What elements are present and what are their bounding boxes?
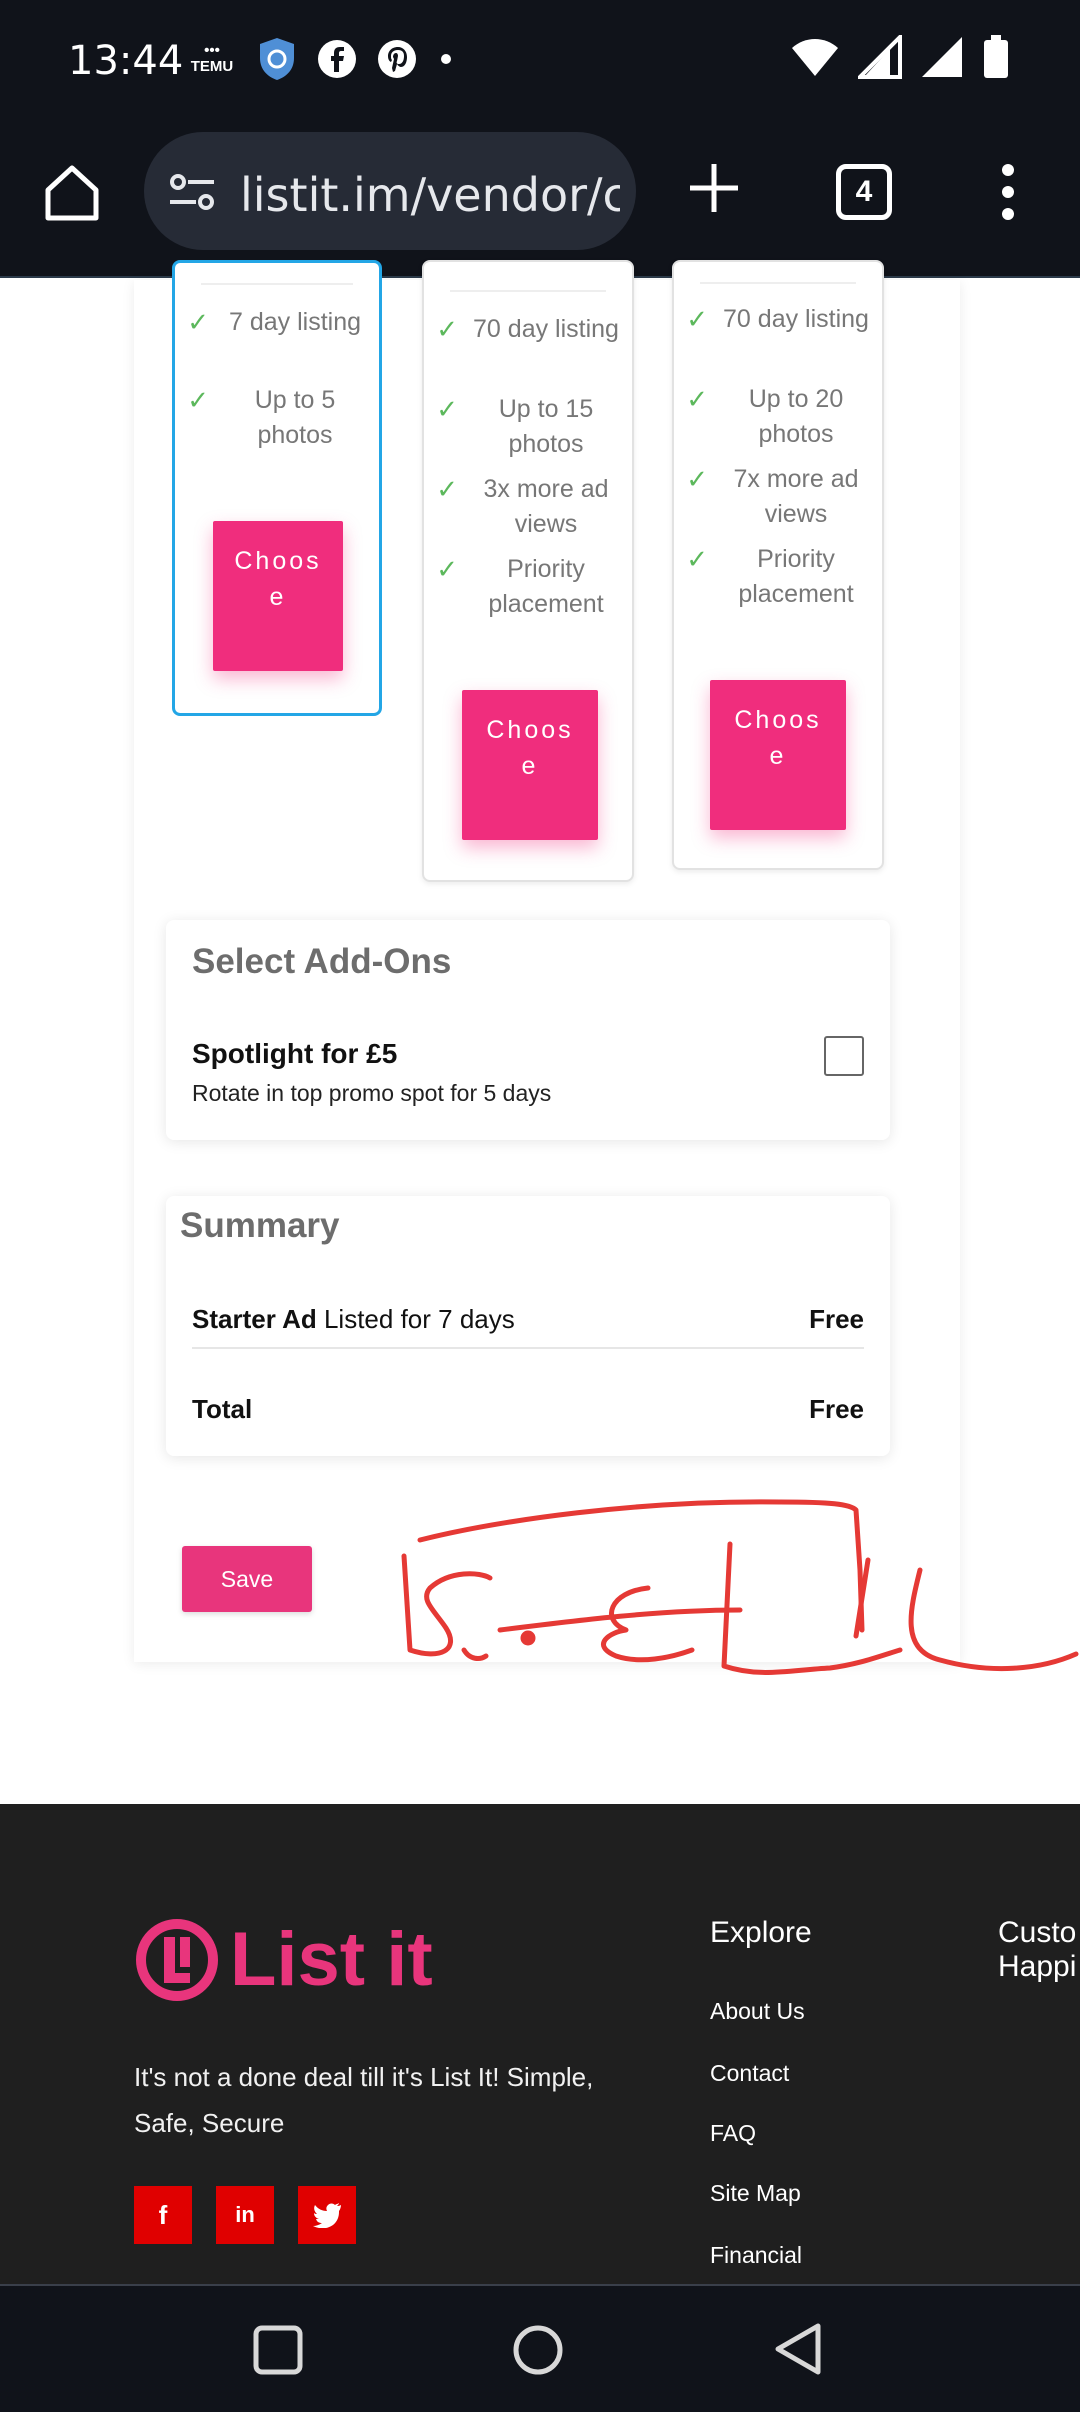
plan-divider (700, 282, 856, 284)
choose-button[interactable]: Choose (213, 521, 343, 671)
address-bar[interactable]: listit.im/vendor/c (144, 132, 636, 250)
spotlight-description: Rotate in top promo spot for 5 days (192, 1080, 552, 1106)
home-icon[interactable] (40, 160, 104, 224)
explore-heading: Explore (710, 1916, 812, 1949)
logo-mark-icon (136, 1918, 218, 2001)
home-nav-icon[interactable] (510, 2322, 566, 2378)
plan-divider (201, 283, 353, 285)
site-settings-icon[interactable] (168, 172, 216, 212)
check-icon: ✓ (686, 384, 708, 414)
temu-icon: ••• TEMU (190, 42, 234, 75)
check-icon: ✓ (436, 394, 458, 424)
check-icon: ✓ (686, 464, 708, 494)
footer-link-faq[interactable]: FAQ (710, 2120, 756, 2147)
plan-feature: ✓ 70 day listing (424, 312, 632, 347)
customer-heading: Custo Happi (998, 1916, 1077, 1983)
summary-item-row: Starter Ad Listed for 7 days Free (192, 1304, 864, 1349)
system-navigation-bar (0, 2284, 1080, 2412)
plan-card-starter[interactable]: ✓ 7 day listing ✓ Up to 5 photos Choose (172, 260, 382, 716)
new-tab-icon[interactable] (686, 160, 742, 216)
status-time: 13:44 (68, 38, 184, 84)
url-text[interactable]: listit.im/vendor/c (240, 168, 620, 222)
summary-total-value: Free (809, 1394, 864, 1424)
plan-feature: ✓ Up to 20 photos (674, 382, 882, 452)
plan-feature: ✓ 7 day listing (175, 305, 379, 340)
summary-item-name: Starter Ad (192, 1304, 317, 1334)
notification-icons: ••• TEMU (186, 36, 456, 82)
plan-feature: ✓ 7x more ad views (674, 462, 882, 532)
footer-link-sitemap[interactable]: Site Map (710, 2180, 801, 2207)
facebook-icon (318, 40, 356, 78)
check-icon: ✓ (436, 554, 458, 584)
plan-card-premium[interactable]: ✓ 70 day listing ✓ Up to 20 photos ✓ 7x … (672, 260, 884, 870)
tab-switcher-button[interactable]: 4 (836, 164, 892, 220)
twitter-icon (313, 2203, 341, 2229)
spotlight-checkbox[interactable] (824, 1036, 864, 1076)
footer-link-about[interactable]: About Us (710, 1998, 805, 2025)
back-icon[interactable] (770, 2320, 824, 2378)
wifi-icon (792, 39, 838, 76)
check-icon: ✓ (436, 314, 458, 344)
summary-title: Summary (180, 1206, 340, 1245)
plan-feature: ✓ Up to 5 photos (175, 383, 379, 453)
footer-link-contact[interactable]: Contact (710, 2060, 789, 2087)
plan-feature: ✓ 3x more ad views (424, 472, 632, 542)
social-links: f in (134, 2186, 356, 2244)
check-icon: ✓ (187, 307, 209, 337)
more-menu-icon[interactable] (988, 160, 1028, 224)
twitter-link-icon[interactable] (298, 2186, 356, 2244)
spotlight-title: Spotlight for £5 (192, 1038, 398, 1069)
plan-divider (450, 290, 606, 292)
addons-title: Select Add-Ons (192, 942, 452, 981)
check-icon: ✓ (686, 544, 708, 574)
summary-item-desc: Listed for 7 days (323, 1304, 515, 1334)
site-footer: List it It's not a done deal till it's L… (0, 1804, 1080, 2284)
dot-icon (441, 54, 451, 64)
summary-item-price: Free (809, 1304, 864, 1334)
check-icon: ✓ (686, 304, 708, 334)
summary-total-row: Total Free (192, 1394, 864, 1425)
save-button[interactable]: Save (182, 1546, 312, 1612)
browser-toolbar: listit.im/vendor/c 4 (0, 124, 1080, 278)
check-icon: ✓ (436, 474, 458, 504)
check-icon: ✓ (187, 385, 209, 415)
choose-button[interactable]: Choose (710, 680, 846, 830)
plan-feature: ✓ Up to 15 photos (424, 392, 632, 462)
footer-tagline: It's not a done deal till it's List It! … (134, 2062, 594, 2138)
choose-button[interactable]: Choose (462, 690, 598, 840)
footer-link-financial[interactable]: Financial (710, 2242, 802, 2269)
signal-icon (858, 35, 902, 79)
linkedin-link-icon[interactable]: in (216, 2186, 274, 2244)
plan-card-standard[interactable]: ✓ 70 day listing ✓ Up to 15 photos ✓ 3x … (422, 260, 634, 882)
status-bar: 13:44 ••• TEMU (0, 0, 1080, 124)
summary-panel: Summary Starter Ad Listed for 7 days Fre… (166, 1196, 890, 1456)
recents-icon[interactable] (252, 2324, 304, 2376)
list-it-logo[interactable]: List it (134, 1916, 433, 2003)
plan-feature: ✓ Priority placement (424, 552, 632, 622)
facebook-link-icon[interactable]: f (134, 2186, 192, 2244)
battery-icon (984, 35, 1008, 78)
system-icons (790, 34, 1010, 80)
summary-total-label: Total (192, 1394, 253, 1424)
plan-feature: ✓ 70 day listing (674, 302, 882, 337)
plan-feature: ✓ Priority placement (674, 542, 882, 612)
handwritten-sell-annotation (401, 1499, 1079, 1675)
signal-icon-2 (922, 37, 962, 77)
logo-text: List it (230, 1917, 433, 2002)
shield-icon (260, 38, 294, 80)
pinterest-icon (378, 40, 416, 78)
addons-panel: Select Add-Ons Spotlight for £5 Rotate i… (166, 920, 890, 1140)
